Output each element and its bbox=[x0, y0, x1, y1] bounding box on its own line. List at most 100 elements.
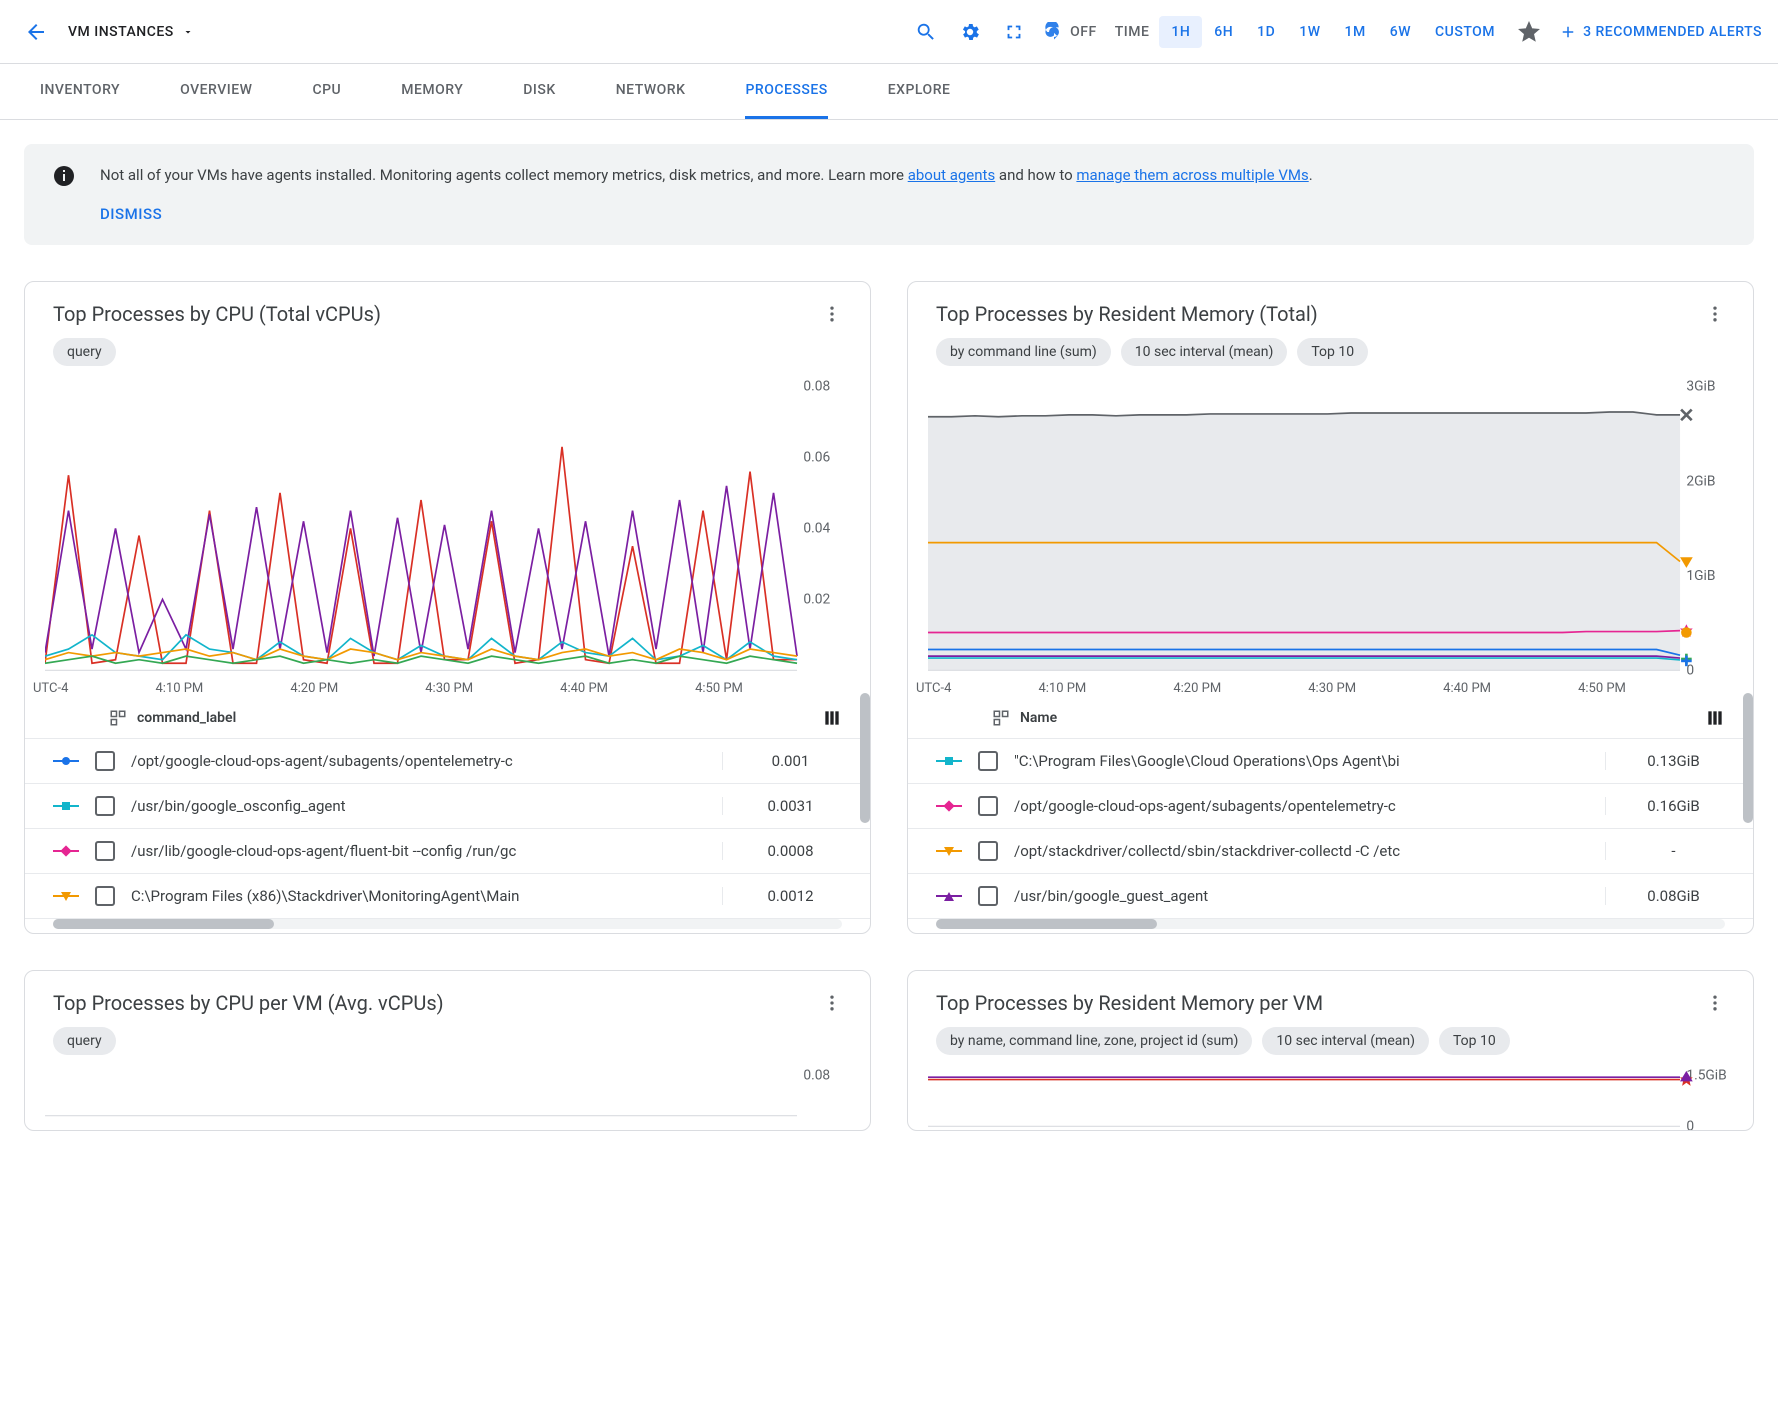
chart-area[interactable]: 1GiB2GiB3GiB0 bbox=[908, 378, 1753, 675]
time-range-custom[interactable]: CUSTOM bbox=[1423, 16, 1507, 48]
series-checkbox[interactable] bbox=[95, 796, 115, 816]
chart-area[interactable]: 0.020.040.060.08 bbox=[25, 378, 870, 675]
series-name: /opt/stackdriver/collectd/sbin/stackdriv… bbox=[1014, 842, 1589, 860]
filter-chip[interactable]: Top 10 bbox=[1297, 338, 1368, 366]
chart-card: Top Processes by CPU (Total vCPUs)query0… bbox=[24, 281, 871, 934]
install-agents-notice: Not all of your VMs have agents installe… bbox=[24, 144, 1754, 245]
dismiss-button[interactable]: DISMISS bbox=[100, 203, 1313, 226]
card-more-button[interactable] bbox=[822, 304, 842, 324]
title-dropdown[interactable]: VM INSTANCES bbox=[68, 24, 194, 40]
tab-network[interactable]: NETWORK bbox=[616, 64, 686, 119]
card-more-button[interactable] bbox=[1705, 304, 1725, 324]
series-value: 0.08GiB bbox=[1605, 887, 1725, 905]
time-range-1d[interactable]: 1D bbox=[1245, 16, 1287, 48]
series-checkbox[interactable] bbox=[95, 841, 115, 861]
time-range-1w[interactable]: 1W bbox=[1287, 16, 1332, 48]
legend-row: /opt/google-cloud-ops-agent/subagents/op… bbox=[908, 784, 1753, 829]
series-value: 0.0008 bbox=[722, 842, 842, 860]
series-value: - bbox=[1605, 842, 1725, 860]
recommended-alerts-button[interactable]: 3 RECOMMENDED ALERTS bbox=[1559, 23, 1762, 41]
filter-chip[interactable]: Top 10 bbox=[1439, 1027, 1510, 1055]
page-title: VM INSTANCES bbox=[68, 24, 174, 40]
fullscreen-button[interactable] bbox=[992, 10, 1036, 54]
columns-icon[interactable] bbox=[1705, 708, 1725, 728]
manage-vms-link[interactable]: manage them across multiple VMs bbox=[1076, 166, 1308, 184]
more-vert-icon bbox=[822, 304, 842, 324]
filter-chip[interactable]: by command line (sum) bbox=[936, 338, 1111, 366]
series-marker bbox=[936, 754, 962, 768]
tab-inventory[interactable]: INVENTORY bbox=[40, 64, 120, 119]
series-marker bbox=[936, 844, 962, 858]
series-checkbox[interactable] bbox=[978, 796, 998, 816]
tab-cpu[interactable]: CPU bbox=[312, 64, 341, 119]
about-agents-link[interactable]: about agents bbox=[908, 166, 996, 184]
chart-area[interactable]: 0.08 bbox=[25, 1067, 870, 1120]
series-name: "C:\Program Files\Google\Cloud Operation… bbox=[1014, 752, 1589, 770]
series-value: 0.13GiB bbox=[1605, 752, 1725, 770]
legend-header: command_label bbox=[25, 698, 870, 739]
card-title: Top Processes by CPU per VM (Avg. vCPUs) bbox=[53, 991, 444, 1015]
more-vert-icon bbox=[1705, 993, 1725, 1013]
recommended-alerts-label: 3 RECOMMENDED ALERTS bbox=[1583, 24, 1762, 40]
series-name: /opt/google-cloud-ops-agent/subagents/op… bbox=[1014, 797, 1589, 815]
chart-card: Top Processes by CPU per VM (Avg. vCPUs)… bbox=[24, 970, 871, 1132]
back-button[interactable] bbox=[16, 12, 56, 52]
x-axis: UTC-44:10 PM4:20 PM4:30 PM4:40 PM4:50 PM bbox=[25, 675, 870, 698]
tab-processes[interactable]: PROCESSES bbox=[745, 64, 827, 119]
series-marker bbox=[936, 799, 962, 813]
refresh-icon bbox=[1044, 22, 1064, 42]
card-title: Top Processes by Resident Memory (Total) bbox=[936, 302, 1318, 326]
svg-text:0: 0 bbox=[1686, 1118, 1694, 1130]
search-button[interactable] bbox=[904, 10, 948, 54]
time-range-1h[interactable]: 1H bbox=[1159, 16, 1202, 48]
more-vert-icon bbox=[1705, 304, 1725, 324]
series-marker bbox=[53, 799, 79, 813]
tab-overview[interactable]: OVERVIEW bbox=[180, 64, 252, 119]
tab-memory[interactable]: MEMORY bbox=[401, 64, 463, 119]
tab-disk[interactable]: DISK bbox=[523, 64, 555, 119]
breakdown-icon bbox=[109, 709, 127, 727]
chart-area[interactable]: 1.5GiB0 bbox=[908, 1067, 1753, 1131]
filter-chip[interactable]: 10 sec interval (mean) bbox=[1121, 338, 1288, 366]
info-icon bbox=[52, 164, 76, 188]
time-range-6w[interactable]: 6W bbox=[1378, 16, 1423, 48]
series-value: 0.001 bbox=[722, 752, 842, 770]
series-checkbox[interactable] bbox=[978, 841, 998, 861]
tab-explore[interactable]: EXPLORE bbox=[888, 64, 951, 119]
more-vert-icon bbox=[822, 993, 842, 1013]
series-name: C:\Program Files (x86)\Stackdriver\Monit… bbox=[131, 887, 706, 905]
series-checkbox[interactable] bbox=[95, 751, 115, 771]
columns-icon[interactable] bbox=[822, 708, 842, 728]
svg-text:0.04: 0.04 bbox=[803, 521, 830, 537]
filter-chip[interactable]: 10 sec interval (mean) bbox=[1262, 1027, 1429, 1055]
series-name: /usr/bin/google_osconfig_agent bbox=[131, 797, 706, 815]
x-axis: UTC-44:10 PM4:20 PM4:30 PM4:40 PM4:50 PM bbox=[908, 675, 1753, 698]
card-more-button[interactable] bbox=[822, 993, 842, 1013]
legend-row: /usr/lib/google-cloud-ops-agent/fluent-b… bbox=[25, 829, 870, 874]
filter-chip[interactable]: query bbox=[53, 1027, 116, 1055]
time-range-1m[interactable]: 1M bbox=[1333, 16, 1378, 48]
time-range-6h[interactable]: 6H bbox=[1202, 16, 1245, 48]
svg-text:0.02: 0.02 bbox=[803, 592, 830, 608]
time-label: TIME bbox=[1115, 24, 1150, 40]
series-checkbox[interactable] bbox=[978, 886, 998, 906]
favorite-button[interactable] bbox=[1507, 10, 1551, 54]
horizontal-scrollbar[interactable] bbox=[936, 919, 1725, 929]
legend-row: /usr/bin/google_osconfig_agent0.0031 bbox=[25, 784, 870, 829]
horizontal-scrollbar[interactable] bbox=[53, 919, 842, 929]
series-checkbox[interactable] bbox=[95, 886, 115, 906]
filter-chip[interactable]: by name, command line, zone, project id … bbox=[936, 1027, 1252, 1055]
time-range-bar: 1H6H1D1W1M6WCUSTOM bbox=[1159, 16, 1507, 48]
filter-chip[interactable]: query bbox=[53, 338, 116, 366]
settings-button[interactable] bbox=[948, 10, 992, 54]
card-more-button[interactable] bbox=[1705, 993, 1725, 1013]
svg-text:0.08: 0.08 bbox=[803, 1067, 830, 1083]
auto-refresh-toggle[interactable]: OFF bbox=[1044, 22, 1097, 42]
nav-tabs: INVENTORY OVERVIEW CPU MEMORY DISK NETWORK PRO… bbox=[0, 64, 1778, 120]
arrow-left-icon bbox=[24, 20, 48, 44]
fullscreen-icon bbox=[1003, 21, 1025, 43]
plus-icon bbox=[1559, 23, 1577, 41]
chart-card: Top Processes by Resident Memory (Total)… bbox=[907, 281, 1754, 934]
series-checkbox[interactable] bbox=[978, 751, 998, 771]
breakdown-icon bbox=[992, 709, 1010, 727]
